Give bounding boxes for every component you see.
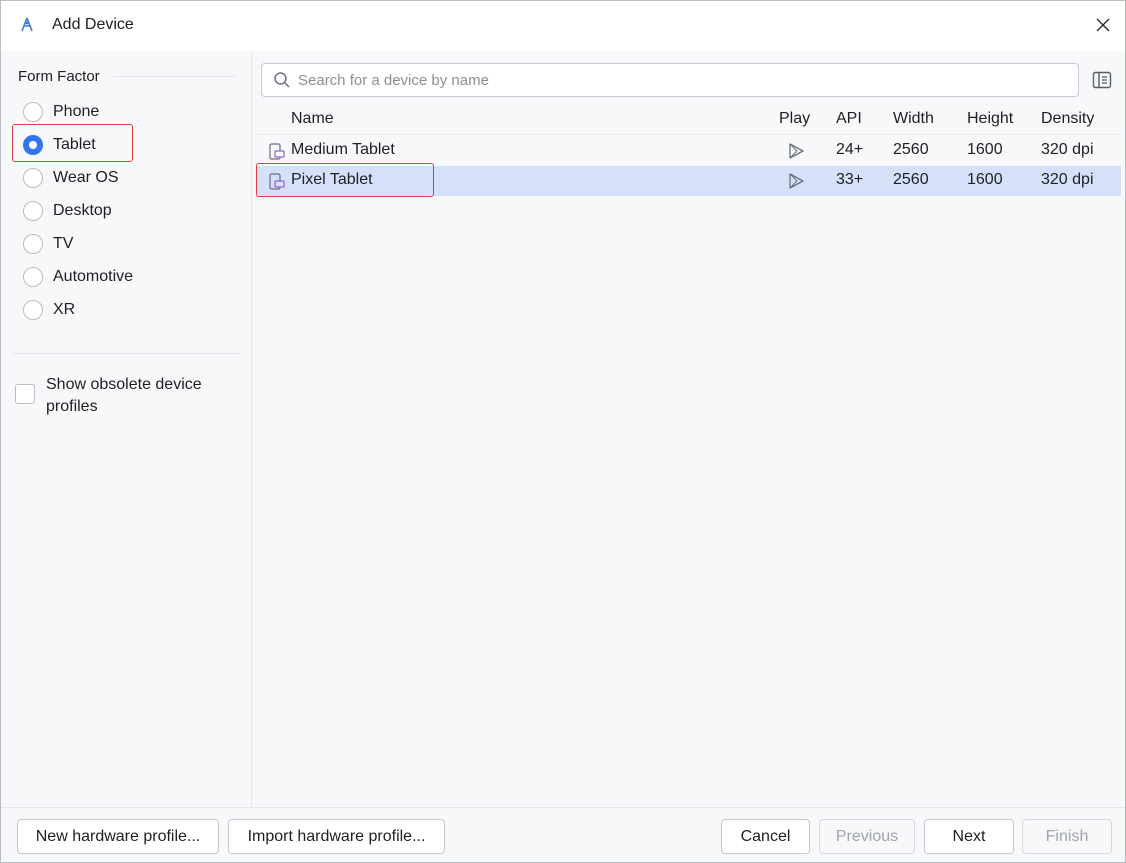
radio-xr[interactable]: XR <box>23 298 75 322</box>
radio-label: Desktop <box>53 202 112 219</box>
col-play[interactable]: Play <box>779 110 810 128</box>
radio-label: Wear OS <box>53 169 119 186</box>
table-row[interactable]: Medium Tablet 24+ 2560 1600 320 dpi <box>257 136 1121 166</box>
title-bar: Add Device <box>1 1 1125 51</box>
header-divider <box>113 76 235 77</box>
left-divider <box>13 353 241 354</box>
radio-label: Automotive <box>53 268 134 285</box>
radio-tv[interactable]: TV <box>23 232 73 256</box>
radio-label: Tablet <box>53 136 96 153</box>
footer-divider <box>1 807 1125 808</box>
dialog-title: Add Device <box>52 16 134 33</box>
table-row-selected[interactable]: Pixel Tablet 33+ 2560 1600 320 dpi <box>257 166 1121 196</box>
col-density[interactable]: Density <box>1041 110 1094 128</box>
col-height[interactable]: Height <box>967 110 1013 128</box>
checkbox-label: Show obsolete device profiles <box>46 376 202 415</box>
close-button[interactable] <box>1091 13 1115 37</box>
radio-circle[interactable] <box>23 267 43 287</box>
cell-height: 1600 <box>967 171 1003 188</box>
search-icon <box>273 71 291 89</box>
finish-button[interactable]: Finish <box>1022 819 1112 854</box>
form-factor-header: Form Factor <box>18 68 100 85</box>
next-button[interactable]: Next <box>924 819 1014 854</box>
search-input[interactable] <box>298 71 1058 89</box>
radio-circle[interactable] <box>23 135 43 155</box>
device-list-panel: Name Play API Width Height Density Mediu… <box>253 51 1125 807</box>
radio-circle[interactable] <box>23 168 43 188</box>
col-api[interactable]: API <box>836 110 862 128</box>
radio-automotive[interactable]: Automotive <box>23 265 133 289</box>
panel-toggle-button[interactable] <box>1091 69 1113 91</box>
cell-density: 320 dpi <box>1041 171 1094 188</box>
show-obsolete-checkbox[interactable]: Show obsolete device profiles <box>15 374 226 418</box>
new-hardware-profile-button[interactable]: New hardware profile... <box>17 819 219 854</box>
radio-label: XR <box>53 301 76 318</box>
radio-circle[interactable] <box>23 300 43 320</box>
previous-button[interactable]: Previous <box>819 819 915 854</box>
radio-desktop[interactable]: Desktop <box>23 199 112 223</box>
play-store-icon <box>787 172 805 190</box>
cell-name: Pixel Tablet <box>291 171 373 188</box>
import-hardware-profile-button[interactable]: Import hardware profile... <box>228 819 445 854</box>
radio-circle[interactable] <box>23 201 43 221</box>
cell-api: 33+ <box>836 171 864 188</box>
radio-circle[interactable] <box>23 234 43 254</box>
radio-phone[interactable]: Phone <box>23 100 99 124</box>
add-device-dialog: Add Device Form Factor Phone Tablet Wear… <box>0 0 1126 863</box>
tablet-device-icon <box>269 173 285 191</box>
cell-density: 320 dpi <box>1041 141 1094 158</box>
cell-api: 24+ <box>836 141 864 158</box>
play-store-icon <box>787 142 805 160</box>
radio-label: TV <box>53 235 74 252</box>
cancel-button[interactable]: Cancel <box>721 819 810 854</box>
search-box[interactable] <box>261 63 1079 97</box>
cell-height: 1600 <box>967 141 1003 158</box>
android-studio-icon <box>19 17 35 33</box>
checkbox-box[interactable] <box>15 384 35 404</box>
cell-width: 2560 <box>893 141 929 158</box>
tablet-device-icon <box>269 143 285 161</box>
cell-name: Medium Tablet <box>291 141 395 158</box>
col-name[interactable]: Name <box>291 110 334 128</box>
close-icon <box>1096 18 1110 32</box>
form-factor-panel: Form Factor Phone Tablet Wear OS Desktop… <box>1 51 252 807</box>
radio-circle[interactable] <box>23 102 43 122</box>
radio-tablet[interactable]: Tablet <box>23 133 96 157</box>
panel-toggle-icon <box>1092 71 1112 89</box>
radio-wear-os[interactable]: Wear OS <box>23 166 119 190</box>
col-width[interactable]: Width <box>893 110 934 128</box>
table-header: Name Play API Width Height Density <box>257 107 1121 135</box>
cell-width: 2560 <box>893 171 929 188</box>
radio-label: Phone <box>53 103 100 120</box>
